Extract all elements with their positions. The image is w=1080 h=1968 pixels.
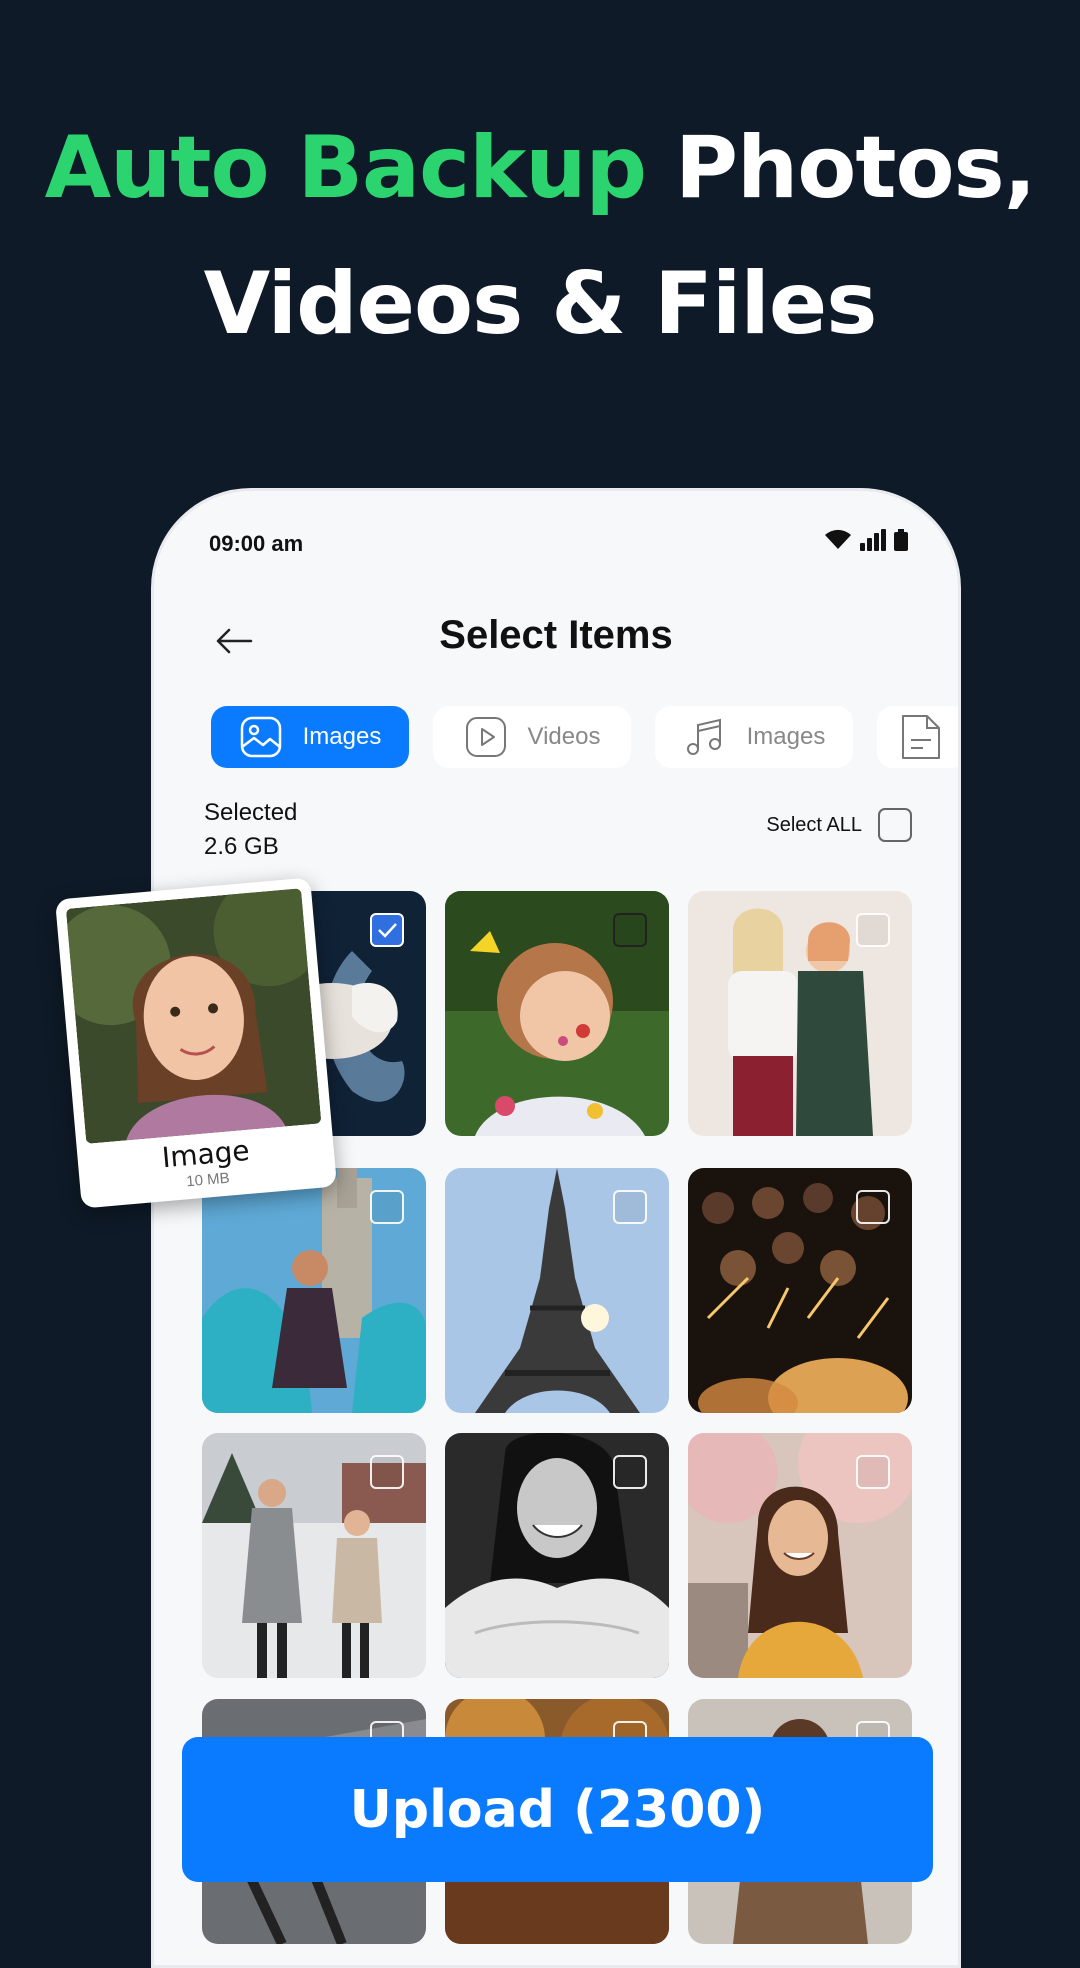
preview-photo <box>65 888 322 1144</box>
thumbnail[interactable] <box>202 1433 426 1678</box>
tab-label: Videos <box>527 723 601 750</box>
thumbnail[interactable] <box>445 1433 669 1678</box>
thumbnail-checkbox[interactable] <box>856 1455 890 1489</box>
thumbnail-checkbox[interactable] <box>856 1190 890 1224</box>
headline-accent: Auto Backup <box>44 118 647 218</box>
headline-rest: Photos, <box>646 118 1036 218</box>
status-bar: 09:00 am <box>154 491 958 581</box>
image-icon <box>239 715 283 759</box>
tab-label: Images <box>746 723 826 750</box>
thumbnail[interactable] <box>445 1168 669 1413</box>
headline-line2: Videos & Files <box>203 254 878 354</box>
thumbnail-checkbox[interactable] <box>613 1455 647 1489</box>
thumbnail[interactable] <box>445 891 669 1136</box>
select-all-checkbox[interactable] <box>878 808 912 842</box>
thumbnail-checkbox[interactable] <box>370 1190 404 1224</box>
document-icon <box>899 715 943 759</box>
music-icon <box>683 715 727 759</box>
preview-card: Image 10 MB <box>54 877 338 1209</box>
page-title: Select Items <box>439 613 673 657</box>
selected-info: Selected 2.6 GB <box>204 796 297 864</box>
check-icon <box>378 923 397 938</box>
thumbnail[interactable] <box>202 1168 426 1413</box>
thumbnail[interactable] <box>688 1433 912 1678</box>
status-time: 09:00 am <box>209 531 304 556</box>
status-icons <box>824 529 908 551</box>
tab-label: Images <box>302 723 382 750</box>
selected-label: Selected <box>204 799 298 826</box>
thumbnail-checkbox[interactable] <box>613 913 647 947</box>
tab-images[interactable]: Images <box>211 706 409 768</box>
headline: Auto Backup Photos, Videos & Files <box>0 100 1080 372</box>
tab-audio[interactable]: Images <box>655 706 853 768</box>
thumbnail-checkbox[interactable] <box>370 913 404 947</box>
battery-icon <box>894 529 908 551</box>
thumbnail[interactable] <box>688 1168 912 1413</box>
thumbnail-checkbox[interactable] <box>856 913 890 947</box>
thumbnail[interactable] <box>688 891 912 1136</box>
select-all[interactable]: Select ALL <box>766 808 912 842</box>
select-all-label: Select ALL <box>766 813 862 836</box>
tab-documents[interactable] <box>877 706 958 768</box>
wifi-icon <box>825 529 851 549</box>
tab-videos[interactable]: Videos <box>433 706 631 768</box>
thumbnail-checkbox[interactable] <box>370 1455 404 1489</box>
upload-button[interactable]: Upload (2300) <box>182 1737 933 1882</box>
category-tabs: Images Videos Images <box>211 706 958 768</box>
nav-bar: Select Items <box>154 601 958 681</box>
video-icon <box>464 715 508 759</box>
thumbnail-checkbox[interactable] <box>613 1190 647 1224</box>
selected-size: 2.6 GB <box>204 833 279 860</box>
signal-icon <box>860 529 886 551</box>
